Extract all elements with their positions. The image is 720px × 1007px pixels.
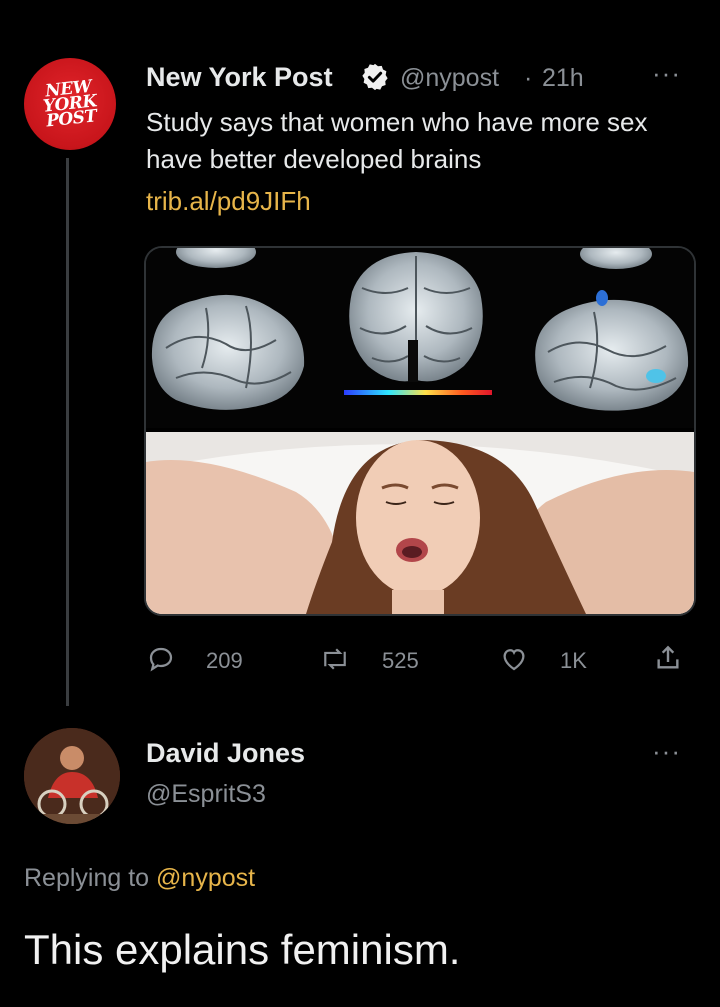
replying-to-line: Replying to @nypost [24,864,255,893]
tweet-text: Study says that women who have more sex … [146,107,648,174]
author-name[interactable]: New York Post [146,62,333,93]
reply-author-name[interactable]: David Jones [146,738,305,769]
replying-to-label: Replying to [24,864,150,892]
woman-photo-image [146,432,694,614]
reply-count: 209 [206,648,243,673]
media-card[interactable] [144,246,696,616]
timestamp[interactable]: 21h [542,64,584,93]
retweet-icon[interactable] [318,644,352,674]
reply-author-handle[interactable]: @EspritS3 [146,780,266,809]
avatar[interactable]: NEW YORK POST [24,58,116,150]
retweet-count: 525 [382,648,419,673]
author-handle[interactable]: @nypost [400,64,499,93]
avatar[interactable] [24,728,120,824]
thread-line [66,158,69,706]
like-count: 1K [560,648,587,673]
tweet-link[interactable]: trib.al/pd9JIFh [146,186,311,217]
brain-scan-image [146,248,694,428]
nypost-logo: NEW YORK POST [42,76,98,132]
reply-text: This explains feminism. [24,926,461,973]
reply-icon[interactable] [146,644,176,674]
verified-badge-icon [362,63,388,91]
replying-to-mention[interactable]: @nypost [156,864,255,892]
more-options-icon[interactable]: ··· [652,736,681,767]
like-icon[interactable] [498,644,530,674]
separator-dot: · [524,64,533,92]
reply-avatar-image [24,728,120,824]
more-options-icon[interactable]: ··· [652,58,681,89]
share-icon[interactable] [652,642,684,674]
